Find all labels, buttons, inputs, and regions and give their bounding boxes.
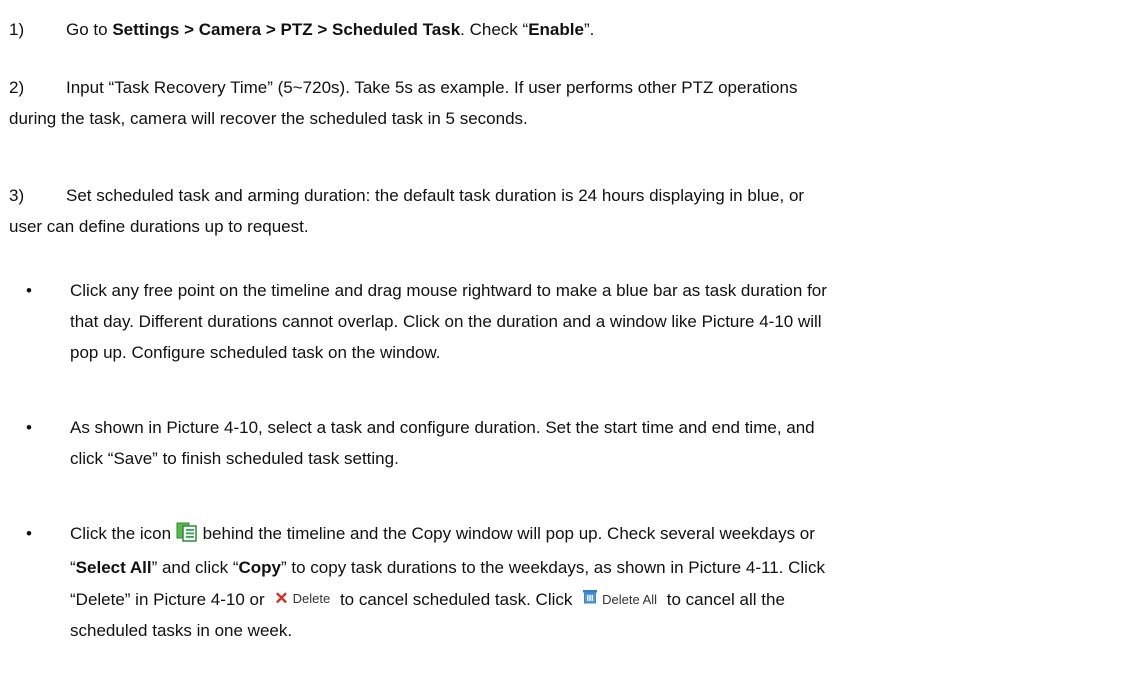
bullet-line: that day. Different durations cannot ove… (70, 312, 822, 331)
step-text: ”. (583, 20, 595, 39)
bullet-text: to cancel all the (666, 590, 785, 609)
bullet-text: behind the timeline and the Copy window … (202, 524, 815, 543)
step-text: Input “Task Recovery Time” (5~720s). Tak… (66, 78, 798, 97)
bullet-line: “Delete” in Picture 4-10 or ✕ Delete to … (70, 583, 1134, 615)
manual-page: 1) Go to Settings > Camera > PTZ > Schedu… (0, 0, 1142, 675)
bullet-line: “Select All” and click “Copy” to copy ta… (70, 552, 1134, 583)
step-text: Go to (66, 20, 113, 39)
bullet-text: “Delete” in Picture 4-10 or (70, 590, 265, 609)
bullet-item: Click the icon behind the timeline and t… (70, 518, 1134, 646)
step-text: Set scheduled task and arming duration: … (66, 186, 805, 205)
bullet-symbol: • (26, 281, 32, 300)
delete-all-button-label: Delete All (602, 592, 658, 607)
bullet-line: As shown in Picture 4-10, select a task … (70, 418, 815, 437)
bullet-text: to cancel scheduled task. Click (339, 590, 573, 609)
select-all-label: Select All (75, 558, 152, 577)
bullet-item: As shown in Picture 4-10, select a task … (70, 412, 1134, 474)
step-text: . Check “ (460, 20, 529, 39)
close-icon: ✕ (274, 589, 289, 608)
bullet-line: scheduled tasks in one week. (70, 621, 293, 640)
bullet-text: Click the icon (70, 524, 172, 543)
bullet-text: ” to copy task durations to the weekdays… (281, 558, 825, 577)
copy-label: Copy (238, 558, 282, 577)
step-3: 3) Set scheduled task and arming duration… (9, 180, 1133, 242)
step-2: 2) Input “Task Recovery Time” (5~720s). T… (9, 72, 1133, 134)
step-number: 2) (9, 78, 25, 97)
step-text: user can define durations up to request. (9, 217, 309, 236)
delete-button-image: ✕ Delete (269, 583, 335, 614)
copy-icon (176, 521, 198, 552)
trash-icon (582, 584, 598, 615)
step-1: 1) Go to Settings > Camera > PTZ > Schedu… (9, 14, 1133, 45)
bullet-symbol: • (26, 524, 32, 543)
bullet-line: Click the icon behind the timeline and t… (70, 518, 1134, 552)
enable-label: Enable (528, 20, 584, 39)
delete-all-button-image: Delete All (577, 584, 662, 615)
step-text: during the task, camera will recover the… (9, 109, 528, 128)
settings-path: Settings > Camera > PTZ > Scheduled Task (112, 20, 461, 39)
step-number: 3) (9, 186, 25, 205)
bullet-line: click “Save” to finish scheduled task se… (70, 449, 399, 468)
bullet-line: Click any free point on the timeline and… (70, 281, 827, 300)
bullet-symbol: • (26, 418, 32, 437)
bullet-text: ” and click “ (151, 558, 239, 577)
bullet-line: pop up. Configure scheduled task on the … (70, 343, 441, 362)
delete-button-label: Delete (292, 591, 331, 606)
step-number: 1) (9, 20, 25, 39)
bullet-item: Click any free point on the timeline and… (70, 275, 1134, 368)
